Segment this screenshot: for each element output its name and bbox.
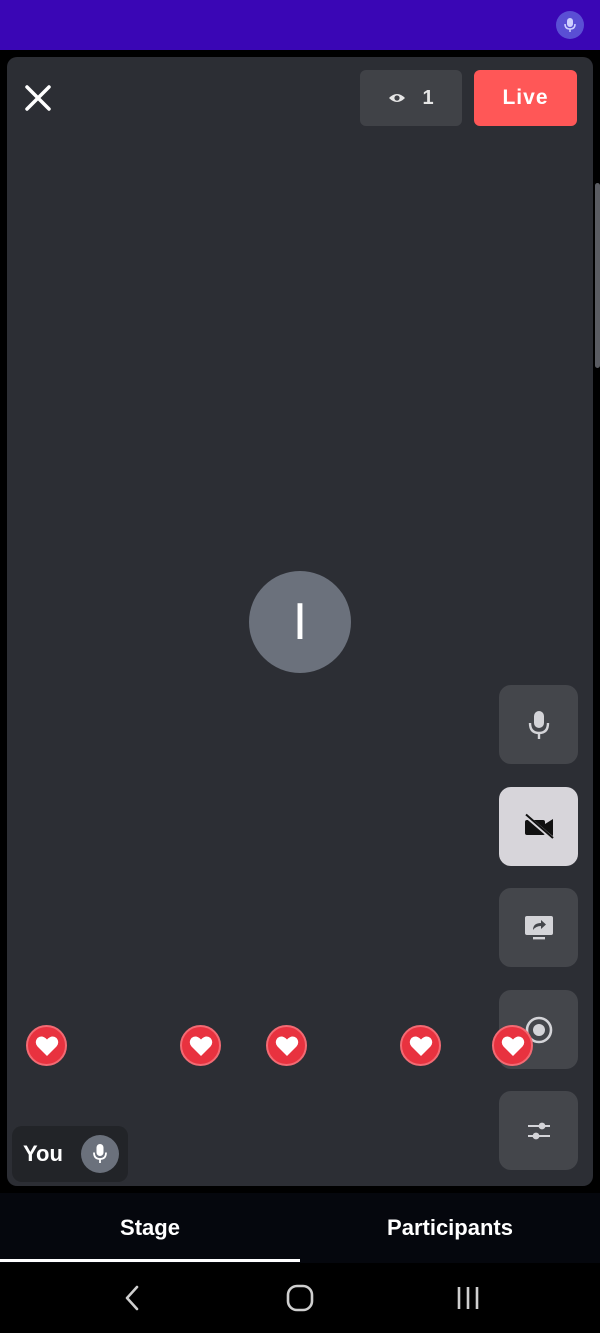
- recents-button[interactable]: [438, 1281, 498, 1315]
- mic-in-use-indicator: [556, 11, 584, 39]
- self-name: You: [23, 1141, 63, 1166]
- self-tile-label: You: [12, 1126, 128, 1182]
- back-icon: [125, 1285, 139, 1311]
- camera-toggle-button[interactable]: [499, 787, 578, 866]
- heart-reaction: [26, 1025, 67, 1066]
- live-button[interactable]: Live: [474, 70, 577, 126]
- system-nav-bar: [0, 1263, 600, 1333]
- video-off-icon: [523, 812, 554, 841]
- tab-bar: Stage Participants: [0, 1193, 600, 1263]
- eye-icon: [389, 94, 406, 102]
- heart-reaction: [266, 1025, 307, 1066]
- scrollbar-thumb[interactable]: [595, 183, 600, 368]
- heart-icon: [189, 1036, 212, 1056]
- tab-selected-indicator: [0, 1259, 300, 1262]
- settings-button[interactable]: [499, 1091, 578, 1170]
- status-bar: [0, 0, 600, 50]
- microphone-icon: [564, 18, 576, 32]
- tab-participants[interactable]: Participants: [300, 1193, 600, 1263]
- viewer-count-button[interactable]: 1: [360, 70, 462, 126]
- microphone-icon: [93, 1144, 107, 1163]
- heart-reaction: [492, 1025, 533, 1066]
- heart-reaction: [180, 1025, 221, 1066]
- participant-avatar: I: [249, 571, 351, 673]
- close-icon: [25, 85, 51, 111]
- sliders-icon: [527, 1122, 550, 1139]
- screen-share-button[interactable]: [499, 888, 578, 967]
- back-button[interactable]: [102, 1281, 162, 1315]
- heart-icon: [409, 1036, 432, 1056]
- participant-initial: I: [292, 593, 308, 651]
- screen-share-icon: [524, 915, 553, 939]
- tab-stage[interactable]: Stage: [0, 1193, 300, 1263]
- heart-icon: [35, 1036, 58, 1056]
- recents-icon: [457, 1287, 479, 1309]
- close-button[interactable]: [20, 80, 56, 116]
- home-icon: [286, 1284, 314, 1312]
- heart-reaction: [400, 1025, 441, 1066]
- self-mic-status: [80, 1135, 119, 1173]
- mic-toggle-button[interactable]: [499, 685, 578, 764]
- heart-icon: [275, 1036, 298, 1056]
- home-button[interactable]: [270, 1281, 330, 1315]
- heart-icon: [501, 1036, 524, 1056]
- microphone-icon: [528, 710, 549, 739]
- viewer-count: 1: [422, 86, 434, 109]
